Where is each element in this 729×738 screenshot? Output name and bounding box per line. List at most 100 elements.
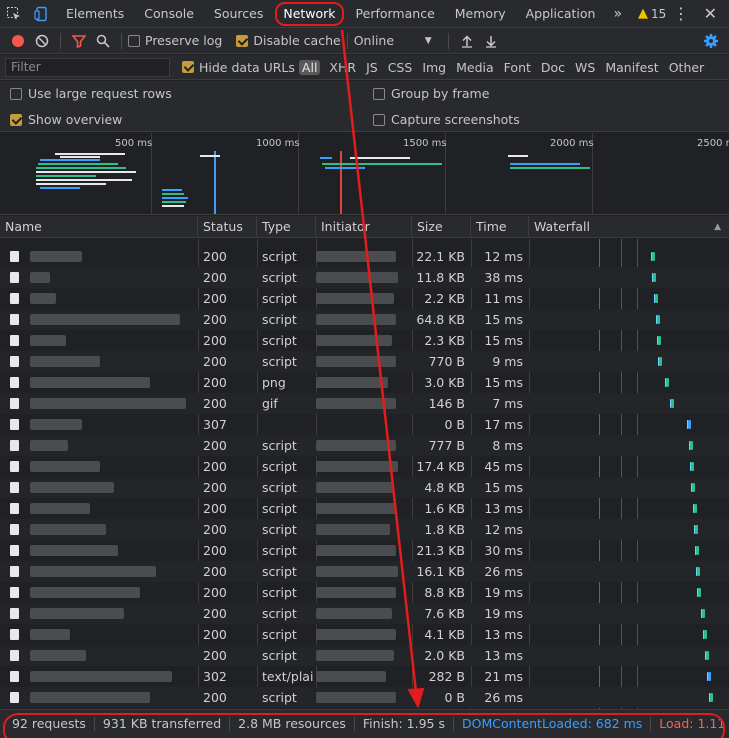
type-filter-manifest[interactable]: Manifest bbox=[600, 60, 663, 75]
initiator-redacted[interactable] bbox=[316, 461, 398, 472]
initiator-redacted[interactable] bbox=[316, 650, 394, 661]
group-by-frame-box[interactable] bbox=[373, 87, 385, 100]
type-filter-media[interactable]: Media bbox=[451, 60, 499, 75]
table-row[interactable]: 200 script 11.8 KB 38 ms bbox=[0, 267, 729, 288]
initiator-redacted[interactable] bbox=[316, 503, 396, 514]
column-header-waterfall[interactable]: Waterfall ▲ bbox=[529, 216, 729, 238]
search-icon[interactable] bbox=[91, 28, 115, 54]
type-filter-xhr[interactable]: XHR bbox=[324, 60, 361, 75]
column-header-time[interactable]: Time bbox=[471, 216, 529, 238]
large-rows-checkbox[interactable]: Use large request rows bbox=[10, 86, 172, 101]
customize-menu-icon[interactable]: ⋮ bbox=[673, 0, 689, 28]
column-header-size[interactable]: Size bbox=[412, 216, 471, 238]
table-row[interactable]: 200 script 777 B 8 ms bbox=[0, 435, 729, 456]
table-row[interactable]: 200 script 2.2 KB 11 ms bbox=[0, 288, 729, 309]
column-header-initiator[interactable]: Initiator bbox=[316, 216, 412, 238]
initiator-redacted[interactable] bbox=[316, 293, 394, 304]
tab-memory[interactable]: Memory bbox=[445, 0, 516, 28]
table-row[interactable]: 200 gif 146 B 7 ms bbox=[0, 393, 729, 414]
capture-screenshots-checkbox[interactable]: Capture screenshots bbox=[373, 112, 520, 127]
initiator-redacted[interactable] bbox=[316, 692, 396, 703]
table-row[interactable]: 302 text/plain 282 B 21 ms bbox=[0, 666, 729, 687]
table-row[interactable]: 200 script 1.6 KB 13 ms bbox=[0, 498, 729, 519]
tab-console[interactable]: Console bbox=[134, 0, 204, 28]
table-row[interactable]: 200 script 4.1 KB 13 ms bbox=[0, 624, 729, 645]
type-filter-img[interactable]: Img bbox=[417, 60, 451, 75]
tab-performance[interactable]: Performance bbox=[346, 0, 445, 28]
type-filter-all[interactable]: All bbox=[298, 59, 321, 75]
filter-icon[interactable] bbox=[67, 28, 91, 54]
throttling-select[interactable]: Online ▼ bbox=[354, 33, 432, 48]
column-header-name[interactable]: Name bbox=[0, 216, 198, 238]
type-filter-js[interactable]: JS bbox=[361, 60, 383, 75]
initiator-redacted[interactable] bbox=[316, 671, 386, 682]
initiator-redacted[interactable] bbox=[316, 440, 396, 451]
initiator-redacted[interactable] bbox=[316, 482, 394, 493]
preserve-log-checkbox[interactable]: Preserve log bbox=[128, 33, 222, 48]
network-overview-timeline[interactable]: 500 ms 1000 ms 1500 ms 2000 ms 2500 r bbox=[0, 133, 729, 215]
capture-screenshots-box[interactable] bbox=[373, 113, 385, 126]
initiator-redacted[interactable] bbox=[316, 398, 396, 409]
initiator-redacted[interactable] bbox=[316, 608, 392, 619]
initiator-redacted[interactable] bbox=[316, 251, 396, 262]
table-row[interactable]: 200 script 770 B 9 ms bbox=[0, 351, 729, 372]
type-filter-ws[interactable]: WS bbox=[570, 60, 600, 75]
preserve-log-box[interactable] bbox=[128, 34, 140, 47]
disable-cache-checkbox[interactable]: Disable cache bbox=[236, 33, 341, 48]
initiator-redacted[interactable] bbox=[316, 524, 390, 535]
tab-application[interactable]: Application bbox=[516, 0, 606, 28]
table-row[interactable]: 200 script 8.8 KB 19 ms bbox=[0, 582, 729, 603]
network-settings-gear-icon[interactable] bbox=[699, 28, 723, 54]
table-row[interactable]: 200 png 3.0 KB 15 ms bbox=[0, 372, 729, 393]
record-icon[interactable] bbox=[6, 28, 30, 54]
initiator-redacted[interactable] bbox=[316, 272, 398, 283]
type-filter-css[interactable]: CSS bbox=[383, 60, 418, 75]
disable-cache-box[interactable] bbox=[236, 34, 249, 47]
export-har-icon[interactable] bbox=[479, 28, 503, 54]
table-row[interactable]: 200 script 64.8 KB 15 ms bbox=[0, 309, 729, 330]
initiator-redacted[interactable] bbox=[316, 356, 396, 367]
hide-data-urls-box[interactable] bbox=[182, 61, 194, 73]
request-table-body[interactable]: 200 script 22.1 KB 12 ms 200 script 11.8 KB 38 … bbox=[0, 239, 729, 709]
tab-network[interactable]: Network bbox=[273, 0, 345, 28]
show-overview-box[interactable] bbox=[10, 113, 22, 126]
initiator-redacted[interactable] bbox=[316, 566, 398, 577]
show-overview-checkbox[interactable]: Show overview bbox=[10, 112, 122, 127]
initiator-redacted[interactable] bbox=[316, 629, 396, 640]
table-row[interactable]: 200 script 2.3 KB 15 ms bbox=[0, 330, 729, 351]
column-header-type[interactable]: Type bbox=[257, 216, 316, 238]
table-row[interactable]: 200 script 2.0 KB 13 ms bbox=[0, 645, 729, 666]
inspect-element-icon[interactable] bbox=[0, 0, 28, 28]
hide-data-urls-checkbox[interactable]: Hide data URLs bbox=[182, 60, 295, 75]
initiator-redacted[interactable] bbox=[316, 335, 392, 346]
column-header-status[interactable]: Status bbox=[198, 216, 257, 238]
table-row[interactable]: 200 script 1.8 KB 12 ms bbox=[0, 519, 729, 540]
initiator-redacted[interactable] bbox=[316, 545, 396, 556]
table-row[interactable] bbox=[0, 239, 729, 246]
initiator-redacted[interactable] bbox=[316, 587, 396, 598]
clear-icon[interactable] bbox=[30, 28, 54, 54]
table-row[interactable]: 200 script 17.4 KB 45 ms bbox=[0, 456, 729, 477]
tab-elements[interactable]: Elements bbox=[56, 0, 134, 28]
table-row[interactable]: 200 script 7.6 KB 19 ms bbox=[0, 603, 729, 624]
type-filter-other[interactable]: Other bbox=[664, 60, 710, 75]
tab-sources[interactable]: Sources bbox=[204, 0, 273, 28]
table-row[interactable]: 200 script 0 B 26 ms bbox=[0, 687, 729, 708]
table-row[interactable]: 307 0 B 17 ms bbox=[0, 414, 729, 435]
table-row[interactable]: 200 script 22.1 KB 12 ms bbox=[0, 246, 729, 267]
type-filter-font[interactable]: Font bbox=[499, 60, 536, 75]
table-row[interactable]: 200 script 4.8 KB 15 ms bbox=[0, 477, 729, 498]
initiator-redacted[interactable] bbox=[316, 377, 388, 388]
device-toolbar-icon[interactable] bbox=[28, 0, 56, 28]
table-row[interactable]: 200 script 21.3 KB 30 ms bbox=[0, 540, 729, 561]
more-tabs-button[interactable]: » bbox=[605, 6, 630, 22]
filter-input[interactable] bbox=[5, 57, 170, 77]
large-rows-box[interactable] bbox=[10, 87, 22, 100]
initiator-redacted[interactable] bbox=[316, 314, 396, 325]
import-har-icon[interactable] bbox=[455, 28, 479, 54]
type-filter-doc[interactable]: Doc bbox=[536, 60, 570, 75]
warnings-badge[interactable]: ▲ 15 bbox=[630, 6, 674, 21]
group-by-frame-checkbox[interactable]: Group by frame bbox=[373, 86, 489, 101]
table-row[interactable]: 200 script 16.1 KB 26 ms bbox=[0, 561, 729, 582]
close-devtools-icon[interactable]: ✕ bbox=[704, 0, 717, 28]
